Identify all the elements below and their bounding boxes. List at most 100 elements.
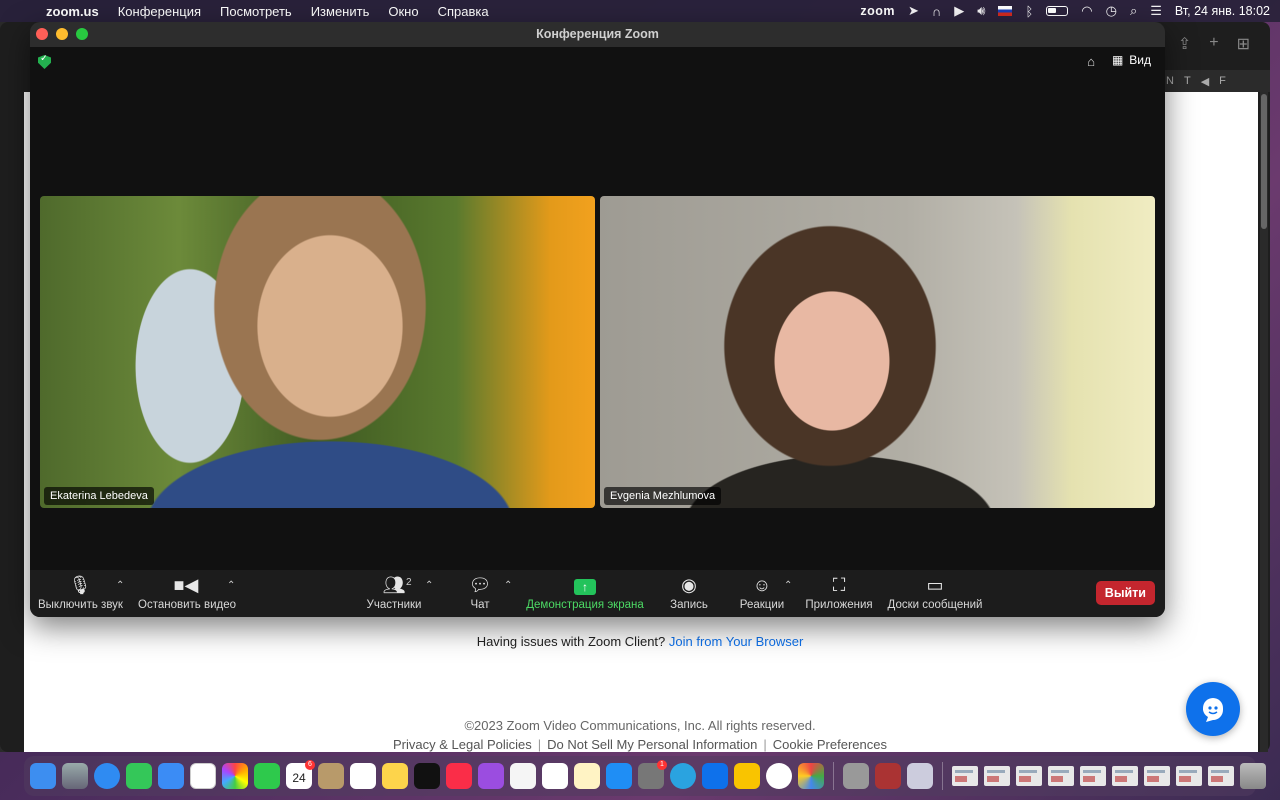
finder-icon[interactable]	[30, 763, 56, 789]
whiteboards-button[interactable]: ▭ Доски сообщений	[886, 574, 984, 611]
volume-icon[interactable]: 🔊︎	[977, 3, 985, 19]
participants-options-chevron[interactable]: ⌃	[425, 580, 433, 591]
leave-meeting-button[interactable]: Выйти	[1095, 581, 1155, 605]
support-chat-button[interactable]	[1186, 682, 1240, 736]
zoom-app-icon[interactable]	[702, 763, 728, 789]
participant-video-tile[interactable]: Evgenia Mezhlumova	[600, 196, 1155, 508]
window-title: Конференция Zoom	[536, 27, 659, 41]
zoom-status-item[interactable]: zoom	[860, 4, 895, 18]
fullscreen-window-button[interactable]	[76, 28, 88, 40]
facetime-icon[interactable]	[254, 763, 280, 789]
audio-options-chevron[interactable]: ⌃	[116, 580, 124, 591]
headphones-icon[interactable]: ∩	[932, 4, 941, 19]
view-button[interactable]: ▦ Вид	[1112, 53, 1151, 67]
footer-links: Privacy & Legal Policies | Do Not Sell My …	[393, 737, 887, 752]
extension-icon[interactable]: T	[1184, 75, 1191, 87]
menu-item-conference[interactable]: Конференция	[118, 4, 201, 19]
extension-icon[interactable]: N	[1166, 75, 1174, 87]
miro-icon[interactable]	[734, 763, 760, 789]
minimize-window-button[interactable]	[56, 28, 68, 40]
minimized-window-thumbnail[interactable]	[1016, 766, 1042, 786]
close-window-button[interactable]	[36, 28, 48, 40]
navigation-icon[interactable]: ➤	[908, 3, 919, 19]
contacts-icon[interactable]	[318, 763, 344, 789]
app-store-icon[interactable]	[606, 763, 632, 789]
russian-flag-icon[interactable]	[998, 6, 1013, 16]
chrome-icon[interactable]	[798, 763, 824, 789]
reactions-button[interactable]: ☺ Реакции	[737, 574, 787, 611]
minimized-window-thumbnail[interactable]	[1176, 766, 1202, 786]
preview-icon[interactable]	[907, 763, 933, 789]
reactions-options-chevron[interactable]: ⌃	[784, 580, 792, 591]
extension-icon[interactable]: F	[1219, 75, 1226, 87]
font-book-icon[interactable]	[843, 763, 869, 789]
trash-icon[interactable]	[1240, 763, 1266, 789]
spotlight-search-icon[interactable]: ⌕	[1130, 3, 1137, 19]
participants-count: 2	[406, 577, 412, 588]
minimized-window-thumbnail[interactable]	[1208, 766, 1234, 786]
reminders-icon[interactable]	[350, 763, 376, 789]
mail-icon[interactable]	[158, 763, 184, 789]
time-machine-icon[interactable]: ◷	[1106, 3, 1117, 19]
pages-icon[interactable]	[574, 763, 600, 789]
telegram-icon[interactable]	[670, 763, 696, 789]
minimized-window-thumbnail[interactable]	[1144, 766, 1170, 786]
tab-overview-icon[interactable]: ⊞	[1237, 34, 1250, 54]
scrollbar-thumb[interactable]	[1261, 94, 1267, 229]
minimized-window-thumbnail[interactable]	[984, 766, 1010, 786]
share-icon[interactable]: ⇪	[1178, 34, 1191, 54]
menu-item-window[interactable]: Окно	[388, 4, 418, 19]
view-label: Вид	[1129, 53, 1151, 67]
join-from-browser-link[interactable]: Join from Your Browser	[669, 634, 803, 649]
participants-button[interactable]: 👥︎ Участники	[364, 574, 424, 611]
video-options-chevron[interactable]: ⌃	[227, 580, 235, 591]
menu-item-view[interactable]: Посмотреть	[220, 4, 292, 19]
minimized-window-thumbnail[interactable]	[1080, 766, 1106, 786]
minimized-window-thumbnail[interactable]	[952, 766, 978, 786]
new-tab-icon[interactable]: +	[1209, 34, 1218, 54]
menu-item-help[interactable]: Справка	[438, 4, 489, 19]
encryption-shield-icon[interactable]	[38, 55, 51, 69]
music-icon[interactable]	[446, 763, 472, 789]
wifi-icon[interactable]: ◠	[1081, 3, 1092, 19]
menu-item-edit[interactable]: Изменить	[311, 4, 370, 19]
menu-app-name[interactable]: zoom.us	[46, 4, 99, 19]
keynote-icon[interactable]	[510, 763, 536, 789]
apps-button[interactable]: ⛶ Приложения	[804, 574, 874, 611]
menu-clock[interactable]: Вт, 24 янв. 18:02	[1175, 4, 1270, 18]
podcasts-icon[interactable]	[478, 763, 504, 789]
stop-video-button[interactable]: ■◀ Остановить видео	[138, 574, 236, 611]
mute-button[interactable]: 🎙︎ Выключить звук	[38, 574, 123, 611]
minimized-window-thumbnail[interactable]	[1112, 766, 1138, 786]
control-center-icon[interactable]: ☰	[1150, 3, 1162, 19]
notes-icon[interactable]	[382, 763, 408, 789]
system-preferences-icon[interactable]: 1	[638, 760, 667, 789]
record-button[interactable]: ◉ Запись	[664, 574, 714, 611]
participant-video-tile[interactable]: Ekaterina Lebedeva	[40, 196, 595, 508]
apple-tv-icon[interactable]	[414, 763, 440, 789]
safari-icon[interactable]	[94, 763, 120, 789]
yandex-browser-icon[interactable]	[766, 763, 792, 789]
record-icon: ◉	[681, 575, 697, 595]
calendar-badge: 6	[305, 760, 315, 770]
grid-icon: ▦	[1111, 53, 1124, 67]
chat-button[interactable]: 💬︎ Чат	[460, 574, 500, 611]
launchpad-icon[interactable]	[62, 763, 88, 789]
numbers-icon[interactable]	[542, 763, 568, 789]
battery-icon[interactable]	[1046, 6, 1069, 16]
cookie-preferences-link[interactable]: Cookie Preferences	[773, 737, 887, 752]
share-screen-button[interactable]: ↑ Демонстрация экрана	[524, 574, 646, 611]
messages-icon[interactable]	[126, 763, 152, 789]
photos-icon[interactable]	[222, 763, 248, 789]
bluetooth-icon[interactable]: ᛒ	[1025, 4, 1033, 19]
extension-icon[interactable]: ◀	[1201, 75, 1209, 88]
chat-options-chevron[interactable]: ⌃	[504, 580, 512, 591]
privacy-link[interactable]: Privacy & Legal Policies	[393, 737, 532, 752]
immersive-view-icon[interactable]: ⌂	[1087, 54, 1095, 69]
maps-icon[interactable]	[190, 763, 216, 789]
play-icon[interactable]: ▶	[954, 3, 964, 19]
do-not-sell-link[interactable]: Do Not Sell My Personal Information	[547, 737, 757, 752]
calendar-icon[interactable]: 24 6	[286, 760, 315, 789]
minimized-window-thumbnail[interactable]	[1048, 766, 1074, 786]
dictionary-icon[interactable]	[875, 763, 901, 789]
